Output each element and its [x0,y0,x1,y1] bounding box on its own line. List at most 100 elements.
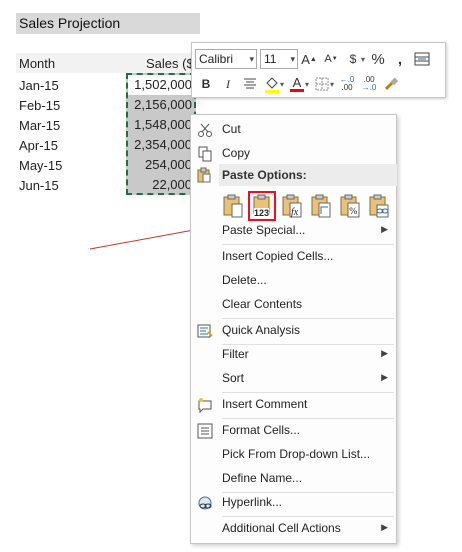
menu-label: Cut [222,122,241,136]
submenu-arrow-icon: ▶ [381,372,388,382]
grow-font-button[interactable]: A ▲ [298,48,320,70]
hyperlink-icon [196,494,214,512]
menu-item-paste-special[interactable]: Paste Special... ▶ [191,220,396,242]
chevron-down-icon[interactable]: ▾ [305,80,309,89]
shrink-font-icon: A [324,53,332,65]
menu-label: Define Name... [222,471,303,485]
bold-button[interactable]: B [195,73,217,95]
chevron-down-icon[interactable]: ▾ [361,55,365,64]
font-name-combo[interactable]: Calibri ▾ [195,49,257,69]
scissors-icon [196,121,214,139]
menu-label: Additional Cell Actions [222,521,341,535]
menu-label: Insert Copied Cells... [222,249,334,263]
chevron-down-icon[interactable]: ▾ [280,80,284,89]
chevron-down-icon: ▾ [249,54,254,64]
submenu-arrow-icon: ▶ [381,348,388,358]
menu-item-filter[interactable]: Filter ▶ [191,344,396,366]
context-menu: Cut Copy Paste Options: 123 fx % Paste S… [190,114,397,544]
clipboard-icon [196,167,214,185]
mini-toolbar: Calibri ▾ 11 ▾ A ▲ A ▼ $ ▾ % , B I ▾ A ▾… [191,42,446,98]
paste-link-button[interactable] [365,191,393,221]
menu-separator [222,516,394,517]
menu-item-additional-cell-actions[interactable]: Additional Cell Actions ▶ [191,518,396,540]
merge-center-button[interactable] [411,48,433,70]
grow-font-icon: A [301,51,310,67]
format-painter-icon [384,77,399,91]
menu-label: Delete... [222,273,267,287]
menu-item-cut[interactable]: Cut [191,119,396,141]
italic-button[interactable]: I [217,73,239,95]
menu-separator [222,418,394,419]
quick-analysis-icon [196,322,214,340]
paste-clipboard-icon [223,194,243,218]
submenu-arrow-icon: ▶ [381,522,388,532]
paste-options-label: Paste Options: [222,168,307,182]
menu-label: Sort [222,371,245,385]
menu-label: Hyperlink... [222,495,283,509]
menu-item-define-name[interactable]: Define Name... [191,468,396,490]
percent-icon: % [371,50,385,68]
paste-formulas-badge: fx [291,207,299,218]
align-center-icon [244,78,256,89]
decrease-decimal-icon-2: →.0 [361,83,377,92]
italic-icon: I [226,76,230,91]
menu-item-pick-from-list[interactable]: Pick From Drop-down List... [191,444,396,466]
currency-icon: $ [349,52,357,66]
menu-item-hyperlink[interactable]: Hyperlink... [191,492,396,514]
menu-label: Quick Analysis [222,323,301,337]
menu-item-quick-analysis[interactable]: Quick Analysis [191,320,396,342]
menu-item-clear-contents[interactable]: Clear Contents [191,294,396,316]
font-name-value: Calibri [199,52,234,66]
paste-options-row: 123 fx % [219,191,394,221]
menu-separator [222,392,394,393]
paste-formatting-button[interactable]: % [336,191,364,221]
comma-style-button[interactable]: , [389,48,411,70]
paste-formulas-button[interactable]: fx [278,191,306,221]
decrease-decimal-button[interactable]: .00 →.0 [358,73,380,95]
increase-decimal-icon-2: .00 [341,83,353,92]
menu-label: Filter [222,347,249,361]
submenu-arrow-icon: ▶ [381,224,388,234]
chevron-down-icon: ▾ [290,54,295,64]
paste-transpose-icon [311,194,331,218]
menu-item-format-cells[interactable]: Format Cells... [191,420,396,442]
menu-separator [222,244,394,245]
new-comment-icon [196,396,214,414]
paste-transpose-button[interactable] [307,191,335,221]
borders-icon [315,77,329,91]
menu-item-insert-copied-cells[interactable]: Insert Copied Cells... [191,246,396,268]
menu-label: Insert Comment [222,397,308,411]
shrink-font-button[interactable]: A ▼ [320,48,342,70]
font-size-combo[interactable]: 11 ▾ [260,49,298,69]
increase-decimal-button[interactable]: ←.0.00 [336,73,358,95]
percent-style-button[interactable]: % [367,48,389,70]
menu-item-sort[interactable]: Sort ▶ [191,368,396,390]
font-size-value: 11 [264,52,277,66]
menu-item-insert-comment[interactable]: Insert Comment [191,394,396,416]
paste-button[interactable] [219,191,247,221]
menu-item-copy[interactable]: Copy [191,143,396,165]
merge-center-icon [414,52,430,66]
font-color-icon: A [292,75,302,90]
bold-icon: B [201,77,211,91]
paste-values-badge: 123 [254,208,270,218]
format-cells-icon [196,422,214,440]
paste-link-icon [369,194,389,218]
svg-text:%: % [349,207,358,217]
menu-label: Pick From Drop-down List... [222,447,371,461]
center-align-button[interactable] [239,73,261,95]
menu-label: Clear Contents [222,297,303,311]
paste-options-header: Paste Options: [219,164,397,186]
paste-formatting-icon: % [340,194,360,218]
menu-item-delete[interactable]: Delete... [191,270,396,292]
paint-bucket-icon [265,77,279,93]
format-painter-button[interactable] [380,73,402,95]
chevron-down-icon[interactable]: ▾ [330,80,334,89]
menu-separator [222,318,394,319]
menu-label: Copy [222,146,251,160]
copy-icon [196,145,214,163]
paste-values-button[interactable]: 123 [248,191,276,221]
grow-arrow-icon: ▲ [309,55,317,63]
menu-label: Format Cells... [222,423,301,437]
menu-label: Paste Special... [222,223,306,237]
